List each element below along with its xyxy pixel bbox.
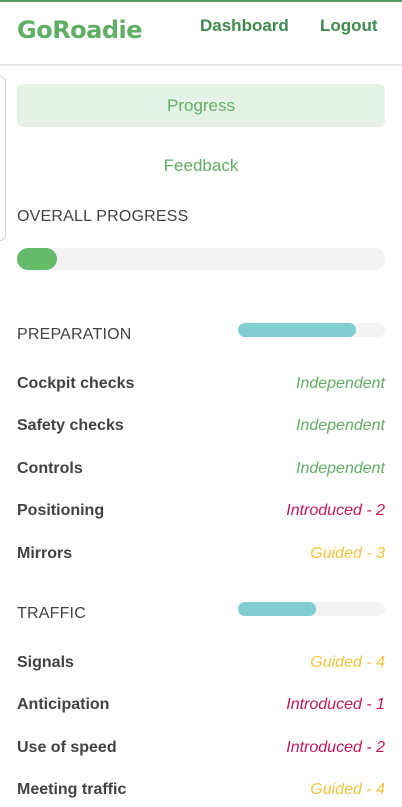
category-progress-bar-traffic	[238, 602, 385, 616]
skill-status: Introduced - 2	[286, 502, 385, 519]
category-title-traffic: TRAFFIC	[17, 605, 86, 622]
skill-row[interactable]: Positioning Introduced - 2	[17, 502, 385, 528]
dashboard-link[interactable]: Dashboard	[200, 16, 289, 36]
category-title-preparation: PREPARATION	[17, 326, 132, 343]
top-nav-bar: GoRoadie Dashboard Logout	[0, 2, 402, 66]
skill-row[interactable]: Mirrors Guided - 3	[17, 545, 385, 571]
category-progress-bar-preparation	[238, 323, 385, 337]
skill-name: Mirrors	[17, 545, 73, 562]
skill-name: Cockpit checks	[17, 375, 135, 392]
logout-link[interactable]: Logout	[320, 16, 378, 36]
skill-row[interactable]: Anticipation Introduced - 1	[17, 696, 385, 722]
skill-row[interactable]: Controls Independent	[17, 460, 385, 486]
skill-status: Guided - 4	[310, 654, 385, 671]
skill-name: Signals	[17, 654, 74, 671]
app-logo[interactable]: GoRoadie	[17, 16, 143, 44]
skill-name: Meeting traffic	[17, 781, 127, 798]
skill-status: Independent	[296, 417, 385, 434]
skill-status: Introduced - 2	[286, 739, 385, 756]
overall-progress-bar	[17, 248, 385, 270]
skill-name: Positioning	[17, 502, 105, 519]
skill-status: Guided - 4	[310, 781, 385, 798]
side-drawer-handle[interactable]	[0, 76, 6, 241]
overall-progress-fill	[17, 248, 58, 270]
overall-progress-label: OVERALL PROGRESS	[17, 208, 189, 225]
skill-status: Independent	[296, 375, 385, 392]
skill-status: Introduced - 1	[286, 696, 385, 713]
skill-row[interactable]: Cockpit checks Independent	[17, 375, 385, 401]
tab-progress[interactable]: Progress	[17, 84, 385, 127]
skill-row[interactable]: Safety checks Independent	[17, 417, 385, 443]
skill-name: Controls	[17, 460, 83, 477]
skill-status: Guided - 3	[310, 545, 385, 562]
skill-row[interactable]: Meeting traffic Guided - 4	[17, 781, 385, 807]
skill-name: Anticipation	[17, 696, 110, 713]
skill-status: Independent	[296, 460, 385, 477]
skill-row[interactable]: Signals Guided - 4	[17, 654, 385, 680]
skill-name: Use of speed	[17, 739, 117, 756]
skill-name: Safety checks	[17, 417, 124, 434]
tab-feedback[interactable]: Feedback	[17, 144, 385, 187]
skill-row[interactable]: Use of speed Introduced - 2	[17, 739, 385, 765]
category-progress-fill-preparation	[238, 323, 356, 337]
category-progress-fill-traffic	[238, 602, 316, 616]
